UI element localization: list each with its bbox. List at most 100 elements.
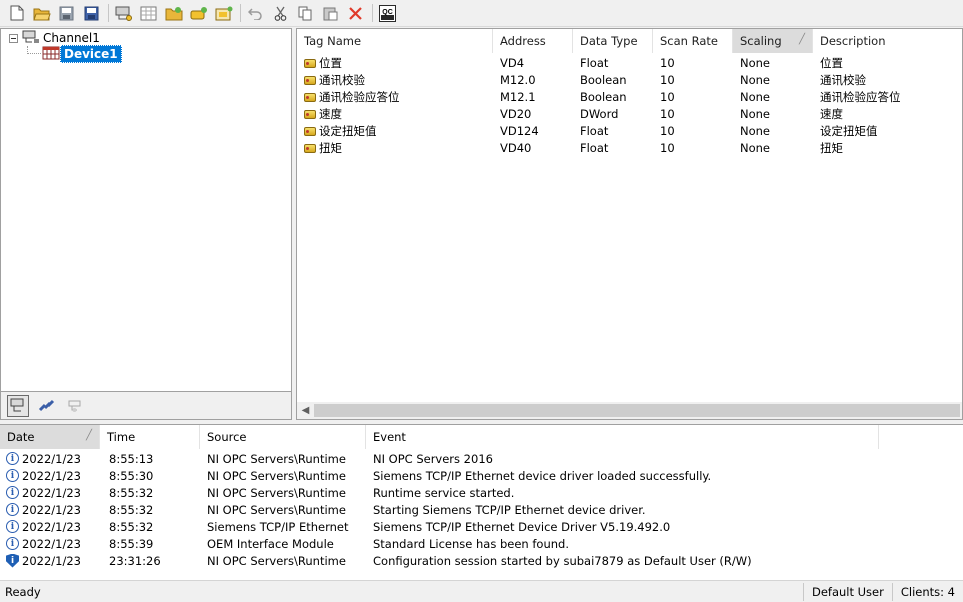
log-source-cell: NI OPC Servers\Runtime [207,553,346,568]
tag-row[interactable]: 速度 VD20 DWord 10 None 速度 [297,105,962,122]
log-source-cell: NI OPC Servers\Runtime [207,502,346,517]
log-date-cell: i 2022/1/23 [0,452,100,466]
tag-row[interactable]: 设定扭矩值 VD124 Float 10 None 设定扭矩值 [297,122,962,139]
tag-type-cell: Boolean [580,89,627,104]
info-icon: i [6,452,19,465]
tag-name: 通讯校验 [319,72,365,87]
log-source-cell: NI OPC Servers\Runtime [207,451,346,466]
log-date-cell: i 2022/1/23 [0,469,100,483]
save-icon[interactable] [56,3,77,24]
tag-address-cell: M12.1 [500,89,536,104]
tag-rate-cell: 10 [660,140,675,155]
log-time-cell: 8:55:32 [109,485,154,500]
toolbar-separator [240,4,241,22]
device-icon [42,46,60,63]
tag-address-cell: VD40 [500,140,532,155]
column-header-address[interactable]: Address [493,29,573,53]
column-header-date[interactable]: Date ╱ [0,425,100,449]
security-info-icon: i [6,553,19,568]
quick-client-icon[interactable]: QC [377,3,398,24]
log-row[interactable]: i 2022/1/23 8:55:32 NI OPC Servers\Runtime S… [0,501,963,518]
alarm-view-icon [68,400,80,412]
new-channel-icon[interactable] [113,3,134,24]
paste-icon[interactable] [320,3,341,24]
tag-icon [304,58,316,68]
tree-node-device[interactable]: Device1 [42,45,122,63]
log-date-cell: i 2022/1/23 [0,537,100,551]
tag-row[interactable]: 位置 VD4 Float 10 None 位置 [297,54,962,71]
cut-icon[interactable] [270,3,291,24]
info-icon: i [6,486,19,499]
tag-icon [304,143,316,153]
log-row[interactable]: i 2022/1/23 8:55:39 OEM Interface Module Sta… [0,535,963,552]
save-as-icon[interactable] [81,3,102,24]
tag-desc-cell: 位置 [820,55,843,70]
tag-row[interactable]: 通讯检验应答位 M12.1 Boolean 10 None 通讯检验应答位 [297,88,962,105]
tag-name: 通讯检验应答位 [319,89,400,104]
tag-type-cell: Float [580,140,609,155]
log-date-cell: i 2022/1/23 [0,553,100,568]
aliases-view-button[interactable] [35,395,57,417]
open-icon[interactable] [31,3,52,24]
column-header-scaling[interactable]: Scaling ╱ [733,29,813,53]
column-header-scan-rate[interactable]: Scan Rate [653,29,733,53]
copy-icon[interactable] [295,3,316,24]
sort-indicator-icon: ╱ [85,430,92,441]
delete-icon[interactable] [345,3,366,24]
log-row[interactable]: i 2022/1/23 8:55:32 Siemens TCP/IP Ethernet… [0,518,963,535]
column-header-data-type[interactable]: Data Type [573,29,653,53]
scroll-left-icon[interactable]: ◀ [297,402,314,419]
collapse-icon[interactable] [9,33,18,43]
log-date: 2022/1/23 [22,485,81,500]
channel-icon [22,30,40,47]
log-date: 2022/1/23 [22,553,81,568]
scrollbar-thumb[interactable] [314,404,960,417]
tag-rate-cell: 10 [660,106,675,121]
log-date-cell: i 2022/1/23 [0,503,100,517]
tree-connector [27,46,41,54]
tag-desc-cell: 设定扭矩值 [820,123,878,138]
tag-name-cell: 速度 [297,106,493,122]
bulk-tag-icon[interactable] [213,3,234,24]
tree-node-channel[interactable]: Channel1 [9,30,103,46]
events-view-button[interactable] [63,395,85,417]
tag-row[interactable]: 扭矩 VD40 Float 10 None 扭矩 [297,139,962,156]
tag-name-cell: 通讯校验 [297,72,493,88]
sort-indicator-icon: ╱ [798,34,805,45]
column-header-tag-name[interactable]: Tag Name [297,29,493,53]
tag-row[interactable]: 通讯校验 M12.0 Boolean 10 None 通讯校验 [297,71,962,88]
column-header-time[interactable]: Time [100,425,200,449]
column-header-event[interactable]: Event [366,425,879,449]
undo-icon[interactable] [245,3,266,24]
log-event-cell: Configuration session started by subai78… [373,553,752,568]
tag-type-cell: DWord [580,106,619,121]
info-icon: i [6,520,19,533]
log-source-cell: OEM Interface Module [207,536,334,551]
log-row[interactable]: i 2022/1/23 8:55:13 NI OPC Servers\Runtime N… [0,450,963,467]
new-icon[interactable] [6,3,27,24]
new-device-icon[interactable] [138,3,159,24]
log-row[interactable]: i 2022/1/23 8:55:32 NI OPC Servers\Runtime R… [0,484,963,501]
column-header-source[interactable]: Source [200,425,366,449]
tag-desc-cell: 通讯校验 [820,72,866,87]
status-bar: Ready Default User Clients: 4 [0,580,963,602]
tag-scaling-cell: None [740,140,771,155]
tag-icon [304,109,316,119]
new-tag-icon[interactable] [188,3,209,24]
device-label: Device1 [60,45,122,63]
log-time-cell: 8:55:32 [109,519,154,534]
tag-desc-cell: 通讯检验应答位 [820,89,901,104]
log-row[interactable]: i 2022/1/23 8:55:30 NI OPC Servers\Runtime S… [0,467,963,484]
tag-name-cell: 扭矩 [297,140,493,156]
svg-text:QC: QC [382,9,393,16]
connectivity-view-button[interactable] [7,394,29,417]
event-log-header: Date ╱ Time Source Event [0,425,963,449]
column-header-description[interactable]: Description [813,29,962,53]
tag-address-cell: M12.0 [500,72,536,87]
horizontal-scrollbar[interactable]: ◀ [297,402,962,419]
log-source-cell: Siemens TCP/IP Ethernet [207,519,349,534]
new-tag-group-icon[interactable] [163,3,184,24]
log-source-cell: NI OPC Servers\Runtime [207,468,346,483]
alias-chain-icon [38,399,54,412]
log-row[interactable]: i 2022/1/23 23:31:26 NI OPC Servers\Runtime… [0,552,963,569]
